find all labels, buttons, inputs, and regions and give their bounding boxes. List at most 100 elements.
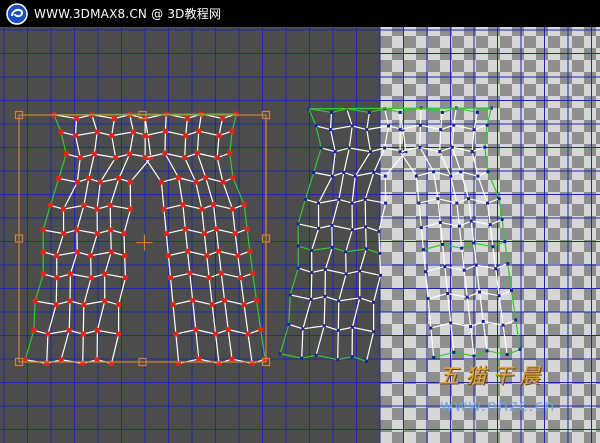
mesh-vertex xyxy=(162,150,168,156)
mesh-vertex xyxy=(193,179,199,185)
mesh-edge xyxy=(311,268,326,274)
mesh-vertex xyxy=(108,249,114,255)
mesh-edge xyxy=(430,322,451,329)
mesh-edge xyxy=(163,204,184,210)
mesh-vertex xyxy=(312,170,316,174)
mesh-edge xyxy=(288,294,291,325)
mesh-vertex xyxy=(161,206,167,212)
mesh-edge xyxy=(323,296,326,326)
mesh-edge xyxy=(124,255,127,278)
mesh-vertex xyxy=(353,174,357,178)
mesh-vertex xyxy=(455,201,459,205)
mesh-edge xyxy=(490,218,503,226)
mesh-edge xyxy=(352,125,367,131)
mesh-vertex xyxy=(67,298,73,304)
mesh-edge xyxy=(364,172,375,200)
mesh-vertex xyxy=(203,175,209,181)
mesh-vertex xyxy=(130,129,136,135)
mesh-edge xyxy=(338,326,353,331)
mesh-vertex xyxy=(47,202,53,208)
mesh-vertex xyxy=(363,197,367,201)
mesh-vertex xyxy=(163,231,169,237)
mesh-vertex xyxy=(383,146,387,150)
mesh-edge xyxy=(68,300,71,331)
mesh-vertex xyxy=(432,170,436,174)
mesh-edge xyxy=(147,135,152,158)
mesh-edge xyxy=(192,300,197,330)
mesh-edge xyxy=(104,273,126,279)
mesh-edge xyxy=(206,255,210,278)
mesh-edge xyxy=(498,290,512,297)
mesh-edge xyxy=(415,176,420,204)
mesh-edge xyxy=(506,348,521,356)
mesh-edge xyxy=(111,118,115,136)
mesh-edge xyxy=(338,198,353,204)
mesh-vertex xyxy=(218,270,224,276)
mesh-edge xyxy=(249,251,254,274)
mesh-edge xyxy=(90,233,98,256)
mesh-vertex xyxy=(449,321,453,325)
mesh-vertex xyxy=(322,324,326,328)
mesh-edge xyxy=(378,231,381,254)
mesh-vertex xyxy=(424,270,428,274)
mesh-vertex xyxy=(459,170,463,174)
mesh-vertex xyxy=(342,170,346,174)
mesh-vertex xyxy=(199,206,205,212)
mesh-edge xyxy=(91,114,98,133)
mesh-edge xyxy=(461,242,474,249)
mesh-vertex xyxy=(183,133,189,139)
mesh-vertex xyxy=(214,155,220,161)
mesh-edge xyxy=(348,125,353,149)
mesh-edge xyxy=(483,320,504,326)
mesh-edge xyxy=(205,177,224,183)
mesh-edge xyxy=(60,330,70,360)
mesh-vertex xyxy=(449,174,453,178)
mesh-edge xyxy=(166,228,186,235)
title-bar: WWW.3DMAX8.CN @ 3D教程网 xyxy=(0,0,600,27)
uv-editor-viewport[interactable]: WWW.3DMAX8.CN @ 3D教程网 五猫干晨 www.nhzc.cn xyxy=(0,0,600,443)
mesh-edge xyxy=(110,204,131,210)
selection-bounding-box[interactable] xyxy=(14,110,271,367)
mesh-edge xyxy=(123,233,126,256)
mesh-edge xyxy=(196,131,200,154)
mesh-vertex xyxy=(190,297,196,303)
mesh-edge xyxy=(172,304,177,335)
mesh-vertex xyxy=(102,298,108,304)
mesh-vertex xyxy=(74,227,80,233)
mesh-vertex xyxy=(336,328,340,332)
mesh-vertex xyxy=(74,179,80,185)
mesh-edge xyxy=(111,135,117,158)
mesh-vertex xyxy=(347,146,351,150)
mesh-edge xyxy=(34,273,44,302)
mesh-vertex xyxy=(107,202,113,208)
mesh-vertex xyxy=(116,331,122,337)
mesh-edge xyxy=(444,266,449,294)
mesh-vertex xyxy=(184,115,190,121)
mesh-edge xyxy=(473,112,478,130)
mesh-vertex xyxy=(74,249,80,255)
mesh-edge xyxy=(252,273,258,301)
mesh-edge xyxy=(440,221,460,227)
mesh-vertex xyxy=(372,330,376,334)
mesh-vertex xyxy=(330,245,334,249)
mesh-edge xyxy=(177,177,184,205)
mesh-vertex xyxy=(310,270,314,274)
mesh-vertex xyxy=(122,275,128,281)
mesh-vertex xyxy=(398,110,402,114)
mesh-vertex xyxy=(32,298,38,304)
mesh-vertex xyxy=(40,249,46,255)
mesh-vertex xyxy=(116,175,122,181)
mesh-vertex xyxy=(377,229,381,233)
mesh-edge xyxy=(218,250,239,257)
mesh-vertex xyxy=(222,297,228,303)
mesh-vertex xyxy=(469,219,473,223)
uv-shell-unselected[interactable] xyxy=(278,106,522,363)
mesh-vertex xyxy=(250,270,256,276)
mesh-edge xyxy=(195,182,203,210)
mesh-edge xyxy=(184,135,187,158)
mesh-vertex xyxy=(204,253,210,259)
mesh-edge xyxy=(444,265,465,271)
mesh-edge xyxy=(355,171,374,177)
mesh-vertex xyxy=(80,331,86,337)
mesh-edge xyxy=(88,153,95,179)
